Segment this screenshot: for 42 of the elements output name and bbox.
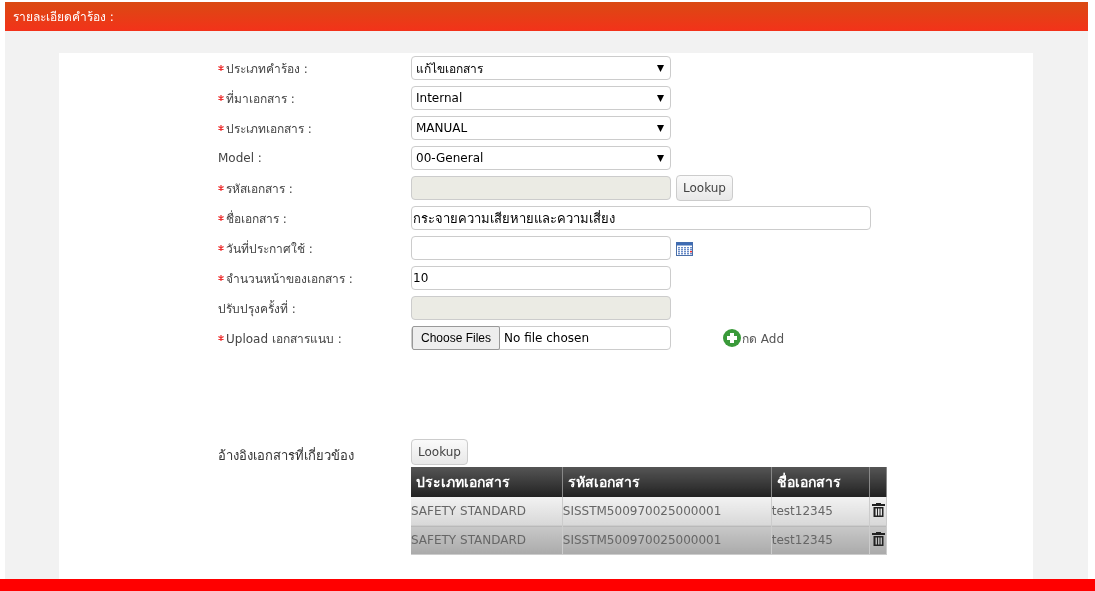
input-field[interactable] <box>411 296 671 320</box>
caret-icon <box>657 124 664 132</box>
add-link[interactable]: กด Add <box>742 328 785 348</box>
field-label: อ้างอิงเอกสารที่เกี่ยวข้อง <box>218 446 355 465</box>
table-cell: test12345 <box>771 533 833 547</box>
trash-icon[interactable] <box>871 502 885 517</box>
column-header: ประเภทเอกสาร <box>411 467 563 497</box>
caret-icon <box>657 154 664 162</box>
dropdown[interactable]: MANUAL <box>411 116 671 140</box>
calendar-icon[interactable] <box>676 240 693 256</box>
column-header: ชื่อเอกสาร <box>771 467 870 497</box>
trash-icon[interactable] <box>871 531 885 546</box>
input-field[interactable] <box>411 176 671 200</box>
add-icon[interactable] <box>722 328 742 348</box>
field-label: วันที่ประกาศใช้ : <box>226 239 313 258</box>
caret-icon <box>657 94 664 102</box>
field-label: รหัสเอกสาร : <box>226 180 293 198</box>
input-field[interactable]: 10 <box>411 266 671 290</box>
field-label: ที่มาเอกสาร : <box>226 89 295 108</box>
table-cell: SAFETY STANDARD <box>411 504 527 518</box>
field-label: Model : <box>218 151 262 165</box>
field-label: ปรับปรุงครั้งที่ : <box>218 299 296 318</box>
table-cell: test12345 <box>771 504 833 518</box>
field-label: ชื่อเอกสาร : <box>226 209 287 228</box>
table-cell: SISSTM500970025000001 <box>562 533 722 547</box>
dropdown[interactable]: Internal <box>411 86 671 110</box>
lookup-button[interactable]: Lookup <box>676 175 733 201</box>
field-label: ประเภทเอกสาร : <box>226 120 312 138</box>
input-field[interactable]: กระจายความเสียหายและความเสี่ยง <box>411 206 871 230</box>
field-label: Upload เอกสารแนบ : <box>226 330 342 348</box>
table-cell: SISSTM500970025000001 <box>562 504 722 518</box>
caret-icon <box>657 64 664 72</box>
field-label: ประเภทคำร้อง : <box>226 60 308 78</box>
file-input[interactable]: Choose Files No file chosen <box>411 326 671 350</box>
dropdown[interactable]: แก้ไขเอกสาร <box>411 56 671 80</box>
section-header: รายละเอียดคำร้อง : <box>5 2 1088 31</box>
field-label: จำนวนหน้าของเอกสาร : <box>226 270 353 288</box>
date-field[interactable] <box>411 236 671 260</box>
table-cell: SAFETY STANDARD <box>411 533 527 547</box>
dropdown[interactable]: 00-General <box>411 146 671 170</box>
column-header: รหัสเอกสาร <box>562 467 772 497</box>
lookup-button[interactable]: Lookup <box>411 439 468 465</box>
